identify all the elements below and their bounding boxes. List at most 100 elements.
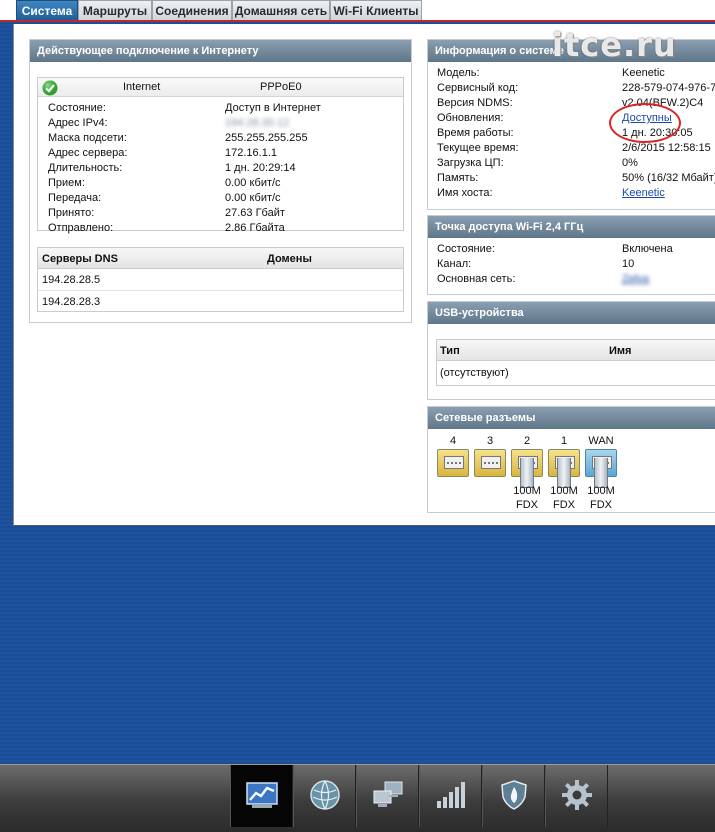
port-duplex: FDX (516, 499, 538, 511)
wifi-network-link[interactable]: Zelva (622, 273, 649, 285)
hostname-link[interactable]: Keenetic (622, 187, 665, 199)
internet-panel-title: Действующее подключение к Интернету (30, 40, 411, 62)
wifi-row-label: Основная сеть: (437, 273, 516, 285)
lan-port[interactable] (437, 449, 469, 477)
lan-port[interactable] (474, 449, 506, 477)
cable-plug-icon (557, 458, 571, 488)
wan-port[interactable] (585, 449, 617, 488)
connection-row-value: 2.86 Гбайта (225, 222, 285, 234)
connection-row-label: Принято: (48, 207, 95, 219)
port-speed: 100M (513, 485, 541, 497)
tab-home-network[interactable]: Домашняя сеть (232, 0, 330, 20)
ports-panel-title: Сетевые разъемы (428, 407, 715, 429)
sysinfo-row-label: Обновления: (437, 112, 504, 124)
usb-empty-text: (отсутствуют) (440, 367, 509, 379)
lan-port[interactable] (548, 449, 580, 488)
dns-server-2: 194.28.28.3 (42, 296, 101, 308)
connection-row-label: Адрес сервера: (48, 147, 128, 159)
dock-monitor-button[interactable] (230, 765, 293, 827)
tab-connections[interactable]: Соединения (152, 0, 232, 20)
usb-devices-panel: USB-устройства Тип Имя (отсутствуют) (427, 301, 715, 400)
dns-domains-column: Домены (267, 253, 312, 265)
tab-routes[interactable]: Маршруты (78, 0, 152, 20)
port-speed: 100M (587, 485, 615, 497)
port-label: 2 (523, 435, 531, 447)
dns-table-header: Серверы DNS Домены (38, 248, 403, 269)
port-duplex: FDX (590, 499, 612, 511)
tab-system[interactable]: Система (16, 0, 78, 20)
port-label: 1 (560, 435, 568, 447)
network-ports-panel: Сетевые разъемы 4 3 2 100M FDX 1 100M FDX WAN 100… (427, 406, 715, 513)
sysinfo-row-value: 0% (622, 157, 638, 169)
connection-details-box: Internet PPPoE0 Состояние: Доступ в Интер… (37, 77, 404, 234)
main-content: Действующее подключение к Интернету Inte… (13, 24, 715, 526)
connection-row-label: Состояние: (48, 102, 106, 114)
usb-name-column: Имя (609, 345, 632, 357)
dns-row-divider (38, 290, 403, 291)
wifi-row-label: Состояние: (437, 243, 495, 255)
ipv4-address-value: 194.28.30.12 (225, 117, 290, 129)
dns-server-1: 194.28.28.5 (42, 274, 101, 286)
port-jack (481, 456, 501, 469)
bottom-dock (0, 764, 715, 832)
dns-servers-column: Серверы DNS (42, 253, 118, 265)
dock-settings-button[interactable] (545, 765, 608, 827)
dock-security-button[interactable] (482, 765, 545, 827)
port-label: 4 (449, 435, 457, 447)
connection-row-value: Доступ в Интернет (225, 102, 321, 114)
watermark-logo: itce.ru (552, 26, 677, 64)
sysinfo-row-label: Версия NDMS: (437, 97, 513, 109)
wifi-ap-panel: Точка доступа Wi-Fi 2,4 ГГц Состояние: Вк… (427, 215, 715, 295)
dock-home-network-button[interactable] (356, 765, 419, 827)
sysinfo-row-label: Загрузка ЦП: (437, 157, 504, 169)
sysinfo-row-value: 228-579-074-976-7 (622, 82, 715, 94)
cable-plug-icon (520, 458, 534, 488)
connection-name: Internet (123, 81, 161, 93)
usb-table: Тип Имя (отсутствуют) (436, 339, 715, 386)
connection-header-row: Internet PPPoE0 (38, 78, 403, 97)
dns-table: Серверы DNS Домены 194.28.28.5 194.28.28… (37, 247, 404, 312)
connection-row-value: 27.63 Гбайт (225, 207, 285, 219)
connection-row-value: 1 дн. 20:29:14 (225, 162, 296, 174)
connection-row-value: 0.00 кбит/с (225, 192, 281, 204)
usb-panel-title: USB-устройства (428, 302, 715, 324)
top-tab-bar: Система Маршруты Соединения Домашняя сет… (0, 0, 715, 22)
tab-wifi-clients[interactable]: Wi-Fi Клиенты (330, 0, 422, 20)
cable-plug-icon (594, 458, 608, 488)
lan-port[interactable] (511, 449, 543, 488)
usb-type-column: Тип (440, 345, 460, 357)
usb-table-header: Тип Имя (437, 340, 715, 361)
connected-check-icon (42, 80, 58, 99)
connection-row-label: Передача: (48, 192, 102, 204)
internet-connection-panel: Действующее подключение к Интернету Inte… (29, 39, 412, 323)
wifi-row-value: Включена (622, 243, 673, 255)
sysinfo-row-label: Имя хоста: (437, 187, 493, 199)
wifi-panel-title: Точка доступа Wi-Fi 2,4 ГГц (428, 216, 715, 238)
port-speed: 100M (550, 485, 578, 497)
connection-row-label: Адрес IPv4: (48, 117, 108, 129)
sysinfo-row-label: Память: (437, 172, 479, 184)
sysinfo-row-label: Модель: (437, 67, 480, 79)
connection-row-value: 0.00 кбит/с (225, 177, 281, 189)
highlight-circle (609, 103, 681, 143)
sysinfo-row-value: Keenetic (622, 67, 665, 79)
sysinfo-row-label: Сервисный код: (437, 82, 519, 94)
port-label: WAN (588, 435, 614, 447)
port-duplex: FDX (553, 499, 575, 511)
sysinfo-row-label: Время работы: (437, 127, 514, 139)
dock-internet-button[interactable] (293, 765, 356, 827)
connection-row-label: Отправлено: (48, 222, 114, 234)
port-label: 3 (486, 435, 494, 447)
connection-row-label: Длительность: (48, 162, 123, 174)
sysinfo-row-value: 2/6/2015 12:58:15 (622, 142, 711, 154)
sysinfo-row-label: Текущее время: (437, 142, 519, 154)
dock-wifi-button[interactable] (419, 765, 482, 827)
connection-row-value: 255.255.255.255 (225, 132, 308, 144)
wifi-row-value: 10 (622, 258, 635, 270)
sysinfo-row-value: 50% (16/32 Мбайт) (622, 172, 715, 184)
port-jack (444, 456, 464, 469)
connection-row-label: Маска подсети: (48, 132, 127, 144)
connection-row-value: 172.16.1.1 (225, 147, 277, 159)
connection-row-label: Прием: (48, 177, 85, 189)
wifi-row-label: Канал: (437, 258, 472, 270)
